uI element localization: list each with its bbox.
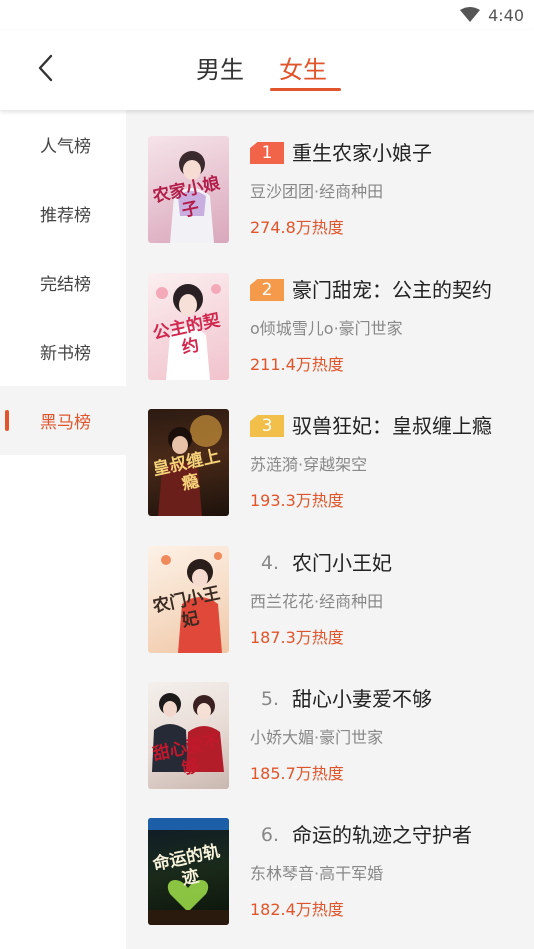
tab-female[interactable]: 女生 bbox=[279, 50, 327, 90]
status-bar: 4:40 bbox=[0, 0, 534, 30]
book-author-genre: 苏涟漪·穿越架空 bbox=[250, 455, 368, 474]
sidebar-item-new-books[interactable]: 新书榜 bbox=[0, 317, 126, 386]
list-item[interactable]: 农门小王妃 4. 农门小王妃 西兰花花·经商种田 187.3万热度 bbox=[126, 546, 534, 683]
book-cover: 农家小娘子 bbox=[148, 136, 229, 243]
rank-number: 4. bbox=[260, 552, 280, 574]
book-cover: 农门小王妃 bbox=[148, 546, 229, 653]
sidebar-item-completed[interactable]: 完结榜 bbox=[0, 248, 126, 317]
active-tab-underline bbox=[270, 88, 341, 91]
book-cover: 甜心爱不够 bbox=[148, 682, 229, 789]
book-author-genre: 豆沙团团·经商种田 bbox=[250, 182, 384, 201]
rank-number: 5. bbox=[260, 688, 280, 710]
list-item[interactable]: 命运的轨迹 6. 命运的轨迹之守护者 东林琴音·高干军婚 182.4万热度 bbox=[126, 818, 534, 949]
book-heat: 187.3万热度 bbox=[250, 628, 344, 647]
book-author-genre: 东林琴音·高干军婚 bbox=[250, 864, 384, 883]
book-heat: 193.3万热度 bbox=[250, 491, 344, 510]
sidebar-item-label: 新书榜 bbox=[40, 344, 91, 364]
list-item[interactable]: 农家小娘子 1 重生农家小娘子 豆沙团团·经商种田 274.8万热度 bbox=[126, 136, 534, 273]
sidebar-item-label: 黑马榜 bbox=[40, 413, 91, 433]
book-title: 重生农家小娘子 bbox=[292, 141, 432, 165]
book-cover: 命运的轨迹 bbox=[148, 818, 229, 925]
sidebar-item-label: 推荐榜 bbox=[40, 206, 91, 226]
ranking-sidebar: 人气榜 推荐榜 完结榜 新书榜 黑马榜 bbox=[0, 110, 126, 949]
book-heat: 274.8万热度 bbox=[250, 218, 344, 237]
book-title: 命运的轨迹之守护者 bbox=[292, 823, 472, 847]
book-title: 豪门甜宠：公主的契约 bbox=[292, 278, 492, 302]
book-author-genre: 西兰花花·经商种田 bbox=[250, 592, 384, 611]
list-item[interactable]: 皇叔缠上瘾 3 驭兽狂妃：皇叔缠上瘾 苏涟漪·穿越架空 193.3万热度 bbox=[126, 409, 534, 546]
book-heat: 211.4万热度 bbox=[250, 355, 344, 374]
book-cover: 公主的契约 bbox=[148, 273, 229, 380]
sidebar-item-dark-horse[interactable]: 黑马榜 bbox=[0, 386, 126, 455]
rank-number: 6. bbox=[260, 824, 280, 846]
book-author-genre: o倾城雪儿o·豪门世家 bbox=[250, 319, 403, 338]
status-time: 4:40 bbox=[488, 5, 524, 25]
back-button[interactable] bbox=[28, 48, 62, 88]
chevron-left-icon bbox=[38, 54, 53, 82]
book-author-genre: 小娇大媚·豪门世家 bbox=[250, 728, 384, 747]
list-item[interactable]: 甜心爱不够 5. 甜心小妻爱不够 小娇大媚·豪门世家 185.7万热度 bbox=[126, 682, 534, 819]
book-heat: 182.4万热度 bbox=[250, 900, 344, 919]
book-cover: 皇叔缠上瘾 bbox=[148, 409, 229, 516]
sidebar-item-popular[interactable]: 人气榜 bbox=[0, 110, 126, 179]
tab-male[interactable]: 男生 bbox=[196, 50, 244, 90]
top-navigation: 男生 女生 bbox=[0, 30, 534, 110]
book-title: 农门小王妃 bbox=[292, 551, 392, 575]
active-indicator bbox=[5, 410, 9, 431]
sidebar-item-recommended[interactable]: 推荐榜 bbox=[0, 179, 126, 248]
book-heat: 185.7万热度 bbox=[250, 764, 344, 783]
rank-badge: 3 bbox=[250, 415, 284, 437]
book-title: 甜心小妻爱不够 bbox=[292, 687, 432, 711]
rank-badge: 1 bbox=[250, 142, 284, 164]
sidebar-item-label: 完结榜 bbox=[40, 275, 91, 295]
book-title: 驭兽狂妃：皇叔缠上瘾 bbox=[292, 414, 492, 438]
list-item[interactable]: 公主的契约 2 豪门甜宠：公主的契约 o倾城雪儿o·豪门世家 211.4万热度 bbox=[126, 273, 534, 410]
wifi-icon bbox=[460, 7, 481, 22]
rank-badge: 2 bbox=[250, 279, 284, 301]
sidebar-item-label: 人气榜 bbox=[40, 137, 91, 157]
